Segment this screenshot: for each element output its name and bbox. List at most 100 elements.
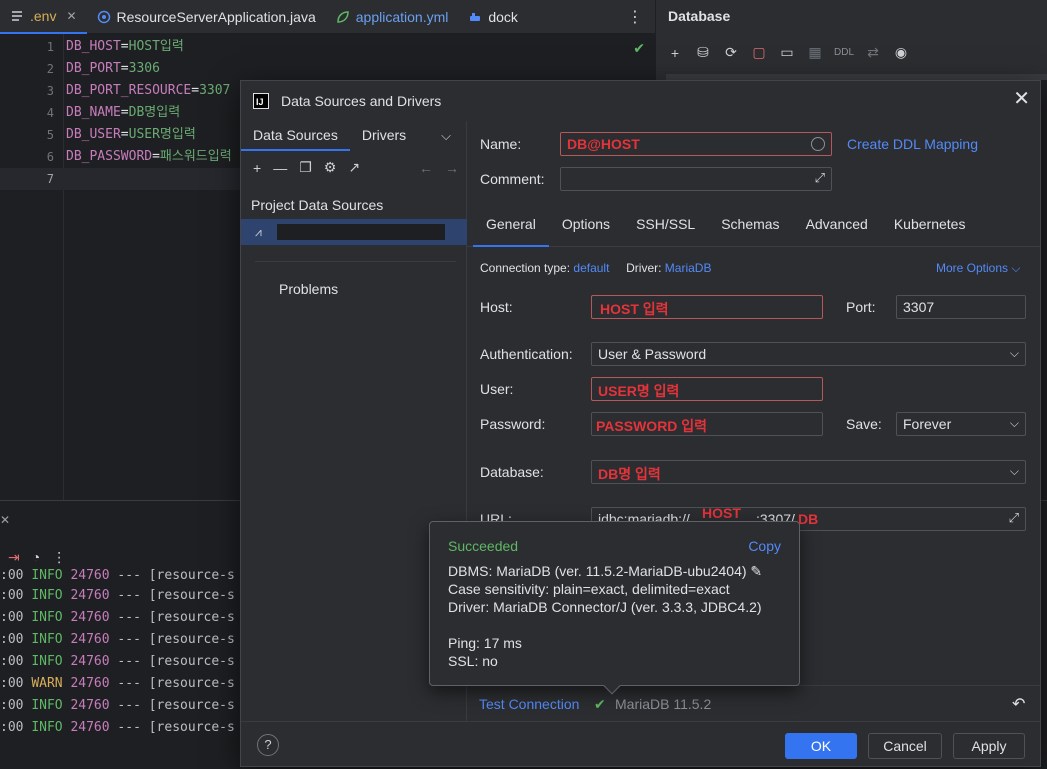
settings-icon[interactable]: ⚙ (324, 159, 337, 176)
test-connection-link[interactable]: Test Connection (479, 696, 579, 712)
close-icon[interactable]: ✕ (1013, 89, 1030, 109)
tab-label: application.yml (355, 8, 449, 25)
tab-general[interactable]: General (473, 201, 549, 247)
driver-link[interactable]: MariaDB (665, 261, 712, 275)
revert-icon[interactable]: ↶ (1012, 694, 1025, 714)
ping-info: Ping: 17 ms (448, 635, 522, 651)
profiler-icon[interactable]: ◔ (32, 549, 40, 566)
forward-arrow-icon[interactable]: → (445, 160, 459, 176)
add-icon[interactable]: + (666, 45, 684, 61)
close-icon[interactable]: ✕ (66, 9, 76, 23)
view-options-icon[interactable]: ◉ (892, 44, 910, 61)
user-label: User: (480, 381, 514, 397)
driver-label: Driver: (626, 261, 662, 275)
log-line: :00 INFO 24760 --- [resource-s (0, 654, 235, 669)
connection-type-link[interactable]: default (573, 261, 609, 275)
open-external-icon[interactable]: ↗ (348, 159, 360, 176)
back-arrow-icon[interactable]: ← (419, 160, 433, 176)
more-options-link[interactable]: More Options ⌵ (936, 261, 1020, 276)
divider (255, 261, 456, 262)
host-field[interactable]: HOST 입력 (591, 295, 823, 319)
add-icon[interactable]: + (253, 160, 261, 176)
log-line: :00 INFO 24760 --- [resource-s (0, 610, 235, 625)
connection-result-popup: Succeeded Copy DBMS: MariaDB (ver. 11.5.… (429, 521, 800, 695)
connection-type-row: Connection type: default Driver: MariaDB (480, 261, 711, 275)
chevron-down-icon: ⌵ (1009, 416, 1019, 430)
remove-icon[interactable]: — (273, 160, 287, 176)
ok-button[interactable]: OK (785, 733, 857, 759)
dialog-title: Data Sources and Drivers (281, 93, 442, 109)
intellij-logo-icon: IJ (253, 93, 269, 109)
tab-schemas[interactable]: Schemas (708, 201, 792, 247)
duplicate-icon[interactable]: ❐ (299, 159, 312, 176)
refresh-icon[interactable]: ⟳ (722, 44, 740, 61)
chevron-down-icon: ⌵ (1009, 346, 1019, 360)
cancel-button[interactable]: Cancel (868, 733, 942, 759)
tab-kubernetes[interactable]: Kubernetes (881, 201, 979, 247)
jump-icon[interactable]: ⇄ (864, 44, 882, 61)
tab-drivers[interactable]: Drivers (350, 121, 418, 151)
tab-docker[interactable]: dock (458, 0, 528, 34)
expand-icon[interactable]: ⤢ (1009, 510, 1019, 526)
password-field[interactable]: PASSWORD 입력 (591, 412, 823, 436)
dialog-title-bar: IJ Data Sources and Drivers ✕ (241, 81, 1040, 121)
database-value: DB명 입력 (598, 466, 661, 482)
comment-field[interactable]: ⤢ (560, 167, 832, 191)
data-source-item[interactable]: ⩘ (241, 219, 467, 245)
save-value: Forever (903, 416, 952, 432)
exit-icon[interactable]: ⇥ (8, 549, 20, 566)
host-value: HOST 입력 (600, 301, 669, 317)
color-circle-icon[interactable] (811, 137, 825, 151)
project-data-sources-title: Project Data Sources (251, 197, 384, 213)
port-value: 3307 (903, 299, 935, 315)
create-ddl-mapping-link[interactable]: Create DDL Mapping (847, 136, 978, 152)
name-field[interactable]: DB@HOST (560, 132, 832, 156)
docker-icon (468, 10, 482, 24)
ddl-button[interactable]: DDL (834, 47, 854, 58)
host-label: Host: (480, 299, 513, 315)
console-icon[interactable]: ▭ (778, 44, 796, 61)
more-tabs-icon[interactable]: ⋮ (627, 7, 643, 27)
authentication-select[interactable]: User & Password ⌵ (591, 342, 1026, 366)
tab-resource-server-application[interactable]: ResourceServerApplication.java (87, 0, 326, 34)
chevron-down-icon[interactable]: ⌵ (441, 128, 451, 144)
save-select[interactable]: Forever ⌵ (896, 412, 1026, 436)
log-line: :00 INFO 24760 --- [resource-s (0, 720, 235, 735)
copy-link[interactable]: Copy (748, 538, 781, 554)
comment-label: Comment: (480, 171, 545, 187)
authentication-label: Authentication: (480, 346, 573, 362)
status-text: Succeeded (448, 538, 519, 554)
data-source-name-redacted (277, 224, 445, 240)
edit-icon: ✎ (750, 563, 763, 579)
help-icon[interactable]: ? (257, 734, 279, 756)
tab-data-sources[interactable]: Data Sources (241, 121, 350, 151)
log-line: :00 INFO 24760 --- [resource-s (0, 588, 235, 603)
test-connection-bar: Test Connection ✔ MariaDB 11.5.2 ↶ (467, 685, 1040, 721)
tab-ssh-ssl[interactable]: SSH/SSL (623, 201, 708, 247)
table-icon[interactable]: ▦ (806, 44, 824, 61)
url-host: HOST (702, 505, 741, 521)
code-line: 1 DB_HOST=HOST입력 (46, 39, 184, 54)
dialog-footer: ? OK Cancel Apply (241, 721, 1040, 767)
database-tool-window: Database + ⛁ ⟳ ▢ ▭ ▦ DDL ⇄ ◉ (655, 0, 1047, 80)
tab-advanced[interactable]: Advanced (793, 201, 881, 247)
close-icon[interactable]: ✕ (0, 513, 10, 527)
log-line: :00 INFO 24760 --- [resource-s (0, 698, 235, 713)
data-sources-toolbar: + — ❐ ⚙ ↗ ← → (253, 159, 459, 176)
user-field[interactable]: USER명 입력 (591, 377, 823, 401)
apply-button[interactable]: Apply (953, 733, 1025, 759)
tab-options[interactable]: Options (549, 201, 623, 247)
data-source-properties-icon[interactable]: ⛁ (694, 44, 712, 61)
authentication-value: User & Password (598, 346, 707, 362)
database-select[interactable]: DB명 입력 ⌵ (591, 460, 1026, 484)
problems-item[interactable]: Problems (279, 281, 338, 297)
port-field[interactable]: 3307 (896, 295, 1026, 319)
stop-icon[interactable]: ▢ (750, 44, 768, 61)
expand-icon[interactable]: ⤢ (815, 170, 825, 186)
password-label: Password: (480, 416, 546, 432)
more-icon[interactable]: ⋮ (52, 549, 66, 566)
tab-application-yml[interactable]: application.yml (326, 0, 459, 34)
mariadb-icon: ⩘ (255, 224, 262, 239)
test-result-text: MariaDB 11.5.2 (615, 696, 712, 712)
tab-env[interactable]: .env ✕ (0, 0, 87, 34)
